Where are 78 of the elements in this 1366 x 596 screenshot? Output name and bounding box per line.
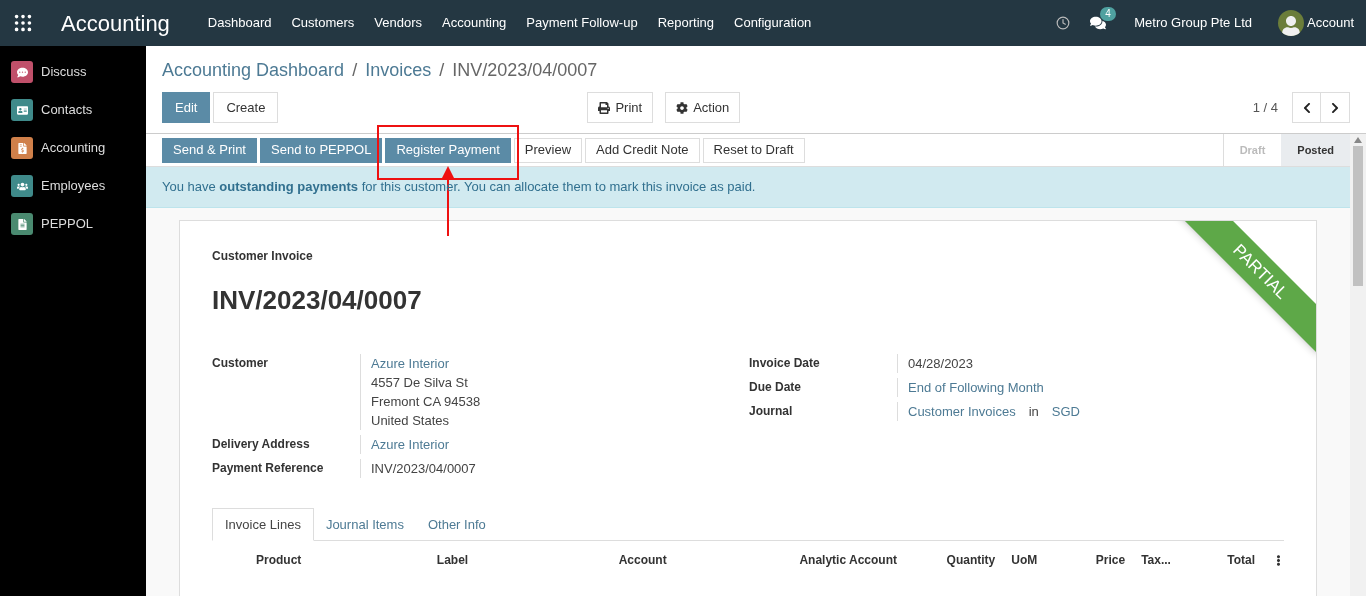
nav-menu-item[interactable]: Vendors (364, 13, 433, 33)
field-link[interactable]: Customer Invoices (908, 402, 1016, 421)
status-step[interactable]: Posted (1281, 134, 1350, 166)
action-button[interactable]: Action (665, 92, 741, 123)
form-button[interactable]: Edit (162, 92, 211, 123)
header-button[interactable]: Reset to Draft (702, 137, 805, 163)
notebook-tab[interactable]: Invoice Lines (212, 508, 314, 541)
column-header[interactable]: Account (610, 551, 792, 569)
apps-menu-icon[interactable] (12, 12, 34, 34)
column-header[interactable]: Product (248, 551, 429, 569)
field-link[interactable]: Azure Interior (371, 435, 450, 454)
scroll-up-arrow-icon[interactable] (1354, 137, 1362, 143)
message-count-badge: 4 (1100, 7, 1116, 21)
field-label: Payment Reference (212, 460, 325, 477)
breadcrumb-link[interactable]: Accounting Dashboard (162, 56, 345, 84)
header-button[interactable]: Add Credit Note (585, 137, 700, 163)
app-title: Accounting (61, 9, 170, 38)
field-label: Journal (749, 403, 794, 420)
column-header[interactable]: Price (1043, 551, 1134, 569)
next-button[interactable] (1321, 92, 1350, 123)
column-header[interactable]: Label (428, 551, 611, 569)
header-button[interactable]: Preview (513, 137, 583, 163)
column-header[interactable]: Tax... (1133, 551, 1184, 569)
nav-menu-item[interactable]: Customers (281, 13, 365, 33)
field-value: 4557 De Silva St (371, 374, 469, 392)
nav-menu-item[interactable]: Dashboard (197, 13, 282, 33)
people-icon[interactable] (11, 175, 33, 197)
sidebar-item[interactable]: Accounting (41, 138, 106, 158)
header-button[interactable]: Send to PEPPOL (260, 137, 383, 163)
breadcrumb-separator: / (352, 58, 358, 82)
field-label: Invoice Date (749, 355, 821, 372)
field-value: Fremont CA 94538 (371, 393, 481, 411)
form-button[interactable]: Create (213, 92, 279, 123)
field-value: INV/2023/04/0007 (371, 460, 476, 478)
field-value: in (1028, 403, 1039, 421)
field-label: Delivery Address (212, 436, 311, 453)
contact-card-icon[interactable] (11, 99, 33, 121)
column-header[interactable]: Analytic Account (791, 551, 922, 569)
chevron-right-icon (1329, 101, 1341, 114)
field-link[interactable]: SGD (1051, 402, 1080, 421)
document-dollar-icon[interactable] (11, 137, 33, 159)
breadcrumb-link[interactable]: Invoices (365, 56, 432, 84)
user-avatar[interactable] (1278, 10, 1304, 36)
nav-menu-item[interactable]: Configuration (724, 13, 822, 33)
document-icon[interactable] (11, 213, 33, 235)
sidebar-item[interactable]: PEPPOL (41, 214, 94, 234)
previous-button[interactable] (1292, 92, 1321, 123)
sidebar-item[interactable]: Contacts (41, 100, 93, 120)
field-link[interactable]: Azure Interior (371, 354, 481, 373)
field-label: Customer (212, 355, 269, 372)
user-menu-label[interactable]: Account (1307, 13, 1354, 33)
company-name[interactable]: Metro Group Pte Ltd (1134, 13, 1252, 33)
nav-menu-item[interactable]: Accounting (432, 13, 517, 33)
breadcrumb-separator: / (439, 58, 445, 82)
print-icon (598, 101, 611, 114)
field-value: 04/28/2023 (908, 355, 974, 373)
nav-menu-item[interactable]: Payment Follow-up (516, 13, 648, 33)
record-name-text: INV/2023/04/0007 (452, 58, 598, 82)
print-button[interactable]: Print (587, 92, 654, 123)
scrollbar-thumb[interactable] (1353, 146, 1363, 286)
settings-icon (676, 101, 689, 114)
column-header[interactable]: UoM (1003, 551, 1044, 569)
field-value: United States (371, 412, 451, 430)
sidebar-item[interactable]: Discuss (41, 62, 87, 82)
header-button[interactable]: Register Payment (385, 137, 511, 163)
column-header[interactable]: Total (1183, 551, 1263, 569)
chat-icon[interactable] (1090, 15, 1107, 31)
sidebar-item[interactable]: Employees (41, 176, 106, 196)
notebook-tab[interactable]: Other Info (415, 508, 498, 541)
nav-menu-item[interactable]: Reporting (647, 13, 724, 33)
column-header[interactable]: Quantity (921, 551, 1004, 569)
header-button[interactable]: Send & Print (162, 137, 257, 163)
chat-bubble-icon[interactable] (11, 61, 33, 83)
pager-value: 1 / 4 (1252, 98, 1278, 117)
field-label: Due Date (749, 379, 802, 396)
notebook-tab[interactable]: Journal Items (313, 508, 416, 541)
clock-icon[interactable] (1056, 16, 1071, 30)
field-link[interactable]: End of Following Month (908, 378, 1044, 397)
